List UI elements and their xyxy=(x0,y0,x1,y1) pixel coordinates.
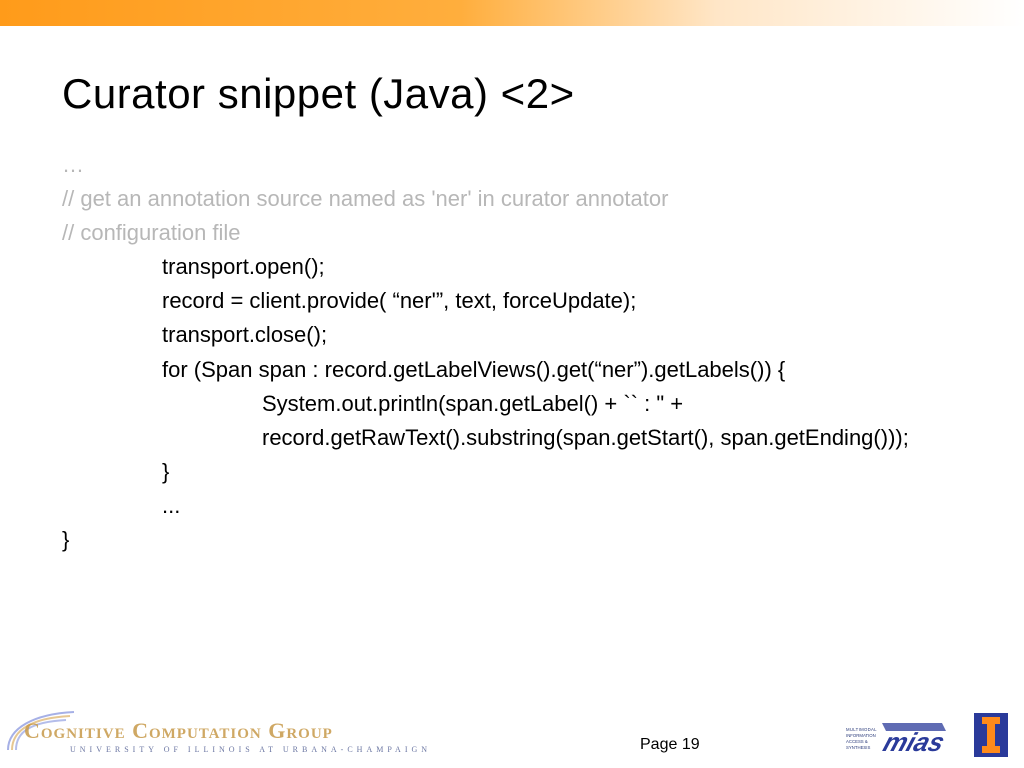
mias-subtext: MULTIMODAL xyxy=(846,727,877,732)
code-line: transport.close(); xyxy=(62,318,984,352)
code-line: … xyxy=(62,148,984,182)
slide-title: Curator snippet (Java) <2> xyxy=(62,70,1024,118)
ccg-subtitle: UNIVERSITY OF ILLINOIS AT URBANA-CHAMPAI… xyxy=(70,745,431,754)
code-line: record = client.provide( “ner'”, text, f… xyxy=(62,284,984,318)
page-number: Page 19 xyxy=(640,736,700,754)
slide: Curator snippet (Java) <2> … // get an a… xyxy=(0,0,1024,768)
code-comment: // get an annotation source named as 'ne… xyxy=(62,182,984,216)
code-comment: // configuration file xyxy=(62,216,984,250)
code-line: System.out.println(span.getLabel() + `` … xyxy=(62,387,984,455)
code-line: ... xyxy=(62,489,984,523)
mias-subtext: ACCESS & xyxy=(846,739,868,744)
code-line: for (Span span : record.getLabelViews().… xyxy=(62,353,984,387)
code-line: transport.open(); xyxy=(62,250,984,284)
illinois-logo-icon xyxy=(972,711,1010,764)
mias-subtext: INFORMATION xyxy=(846,733,876,738)
mias-text: mias xyxy=(880,728,946,757)
top-accent-bar xyxy=(0,0,1024,26)
footer: Cognitive Computation Group UNIVERSITY O… xyxy=(0,710,1024,768)
code-line: } xyxy=(62,523,984,557)
code-block: … // get an annotation source named as '… xyxy=(62,148,984,557)
mias-logo: MULTIMODAL INFORMATION ACCESS & SYNTHESI… xyxy=(846,713,946,762)
code-line: } xyxy=(62,455,984,489)
mias-subtext: SYNTHESIS xyxy=(846,745,870,750)
ccg-name: Cognitive Computation Group xyxy=(24,718,333,744)
